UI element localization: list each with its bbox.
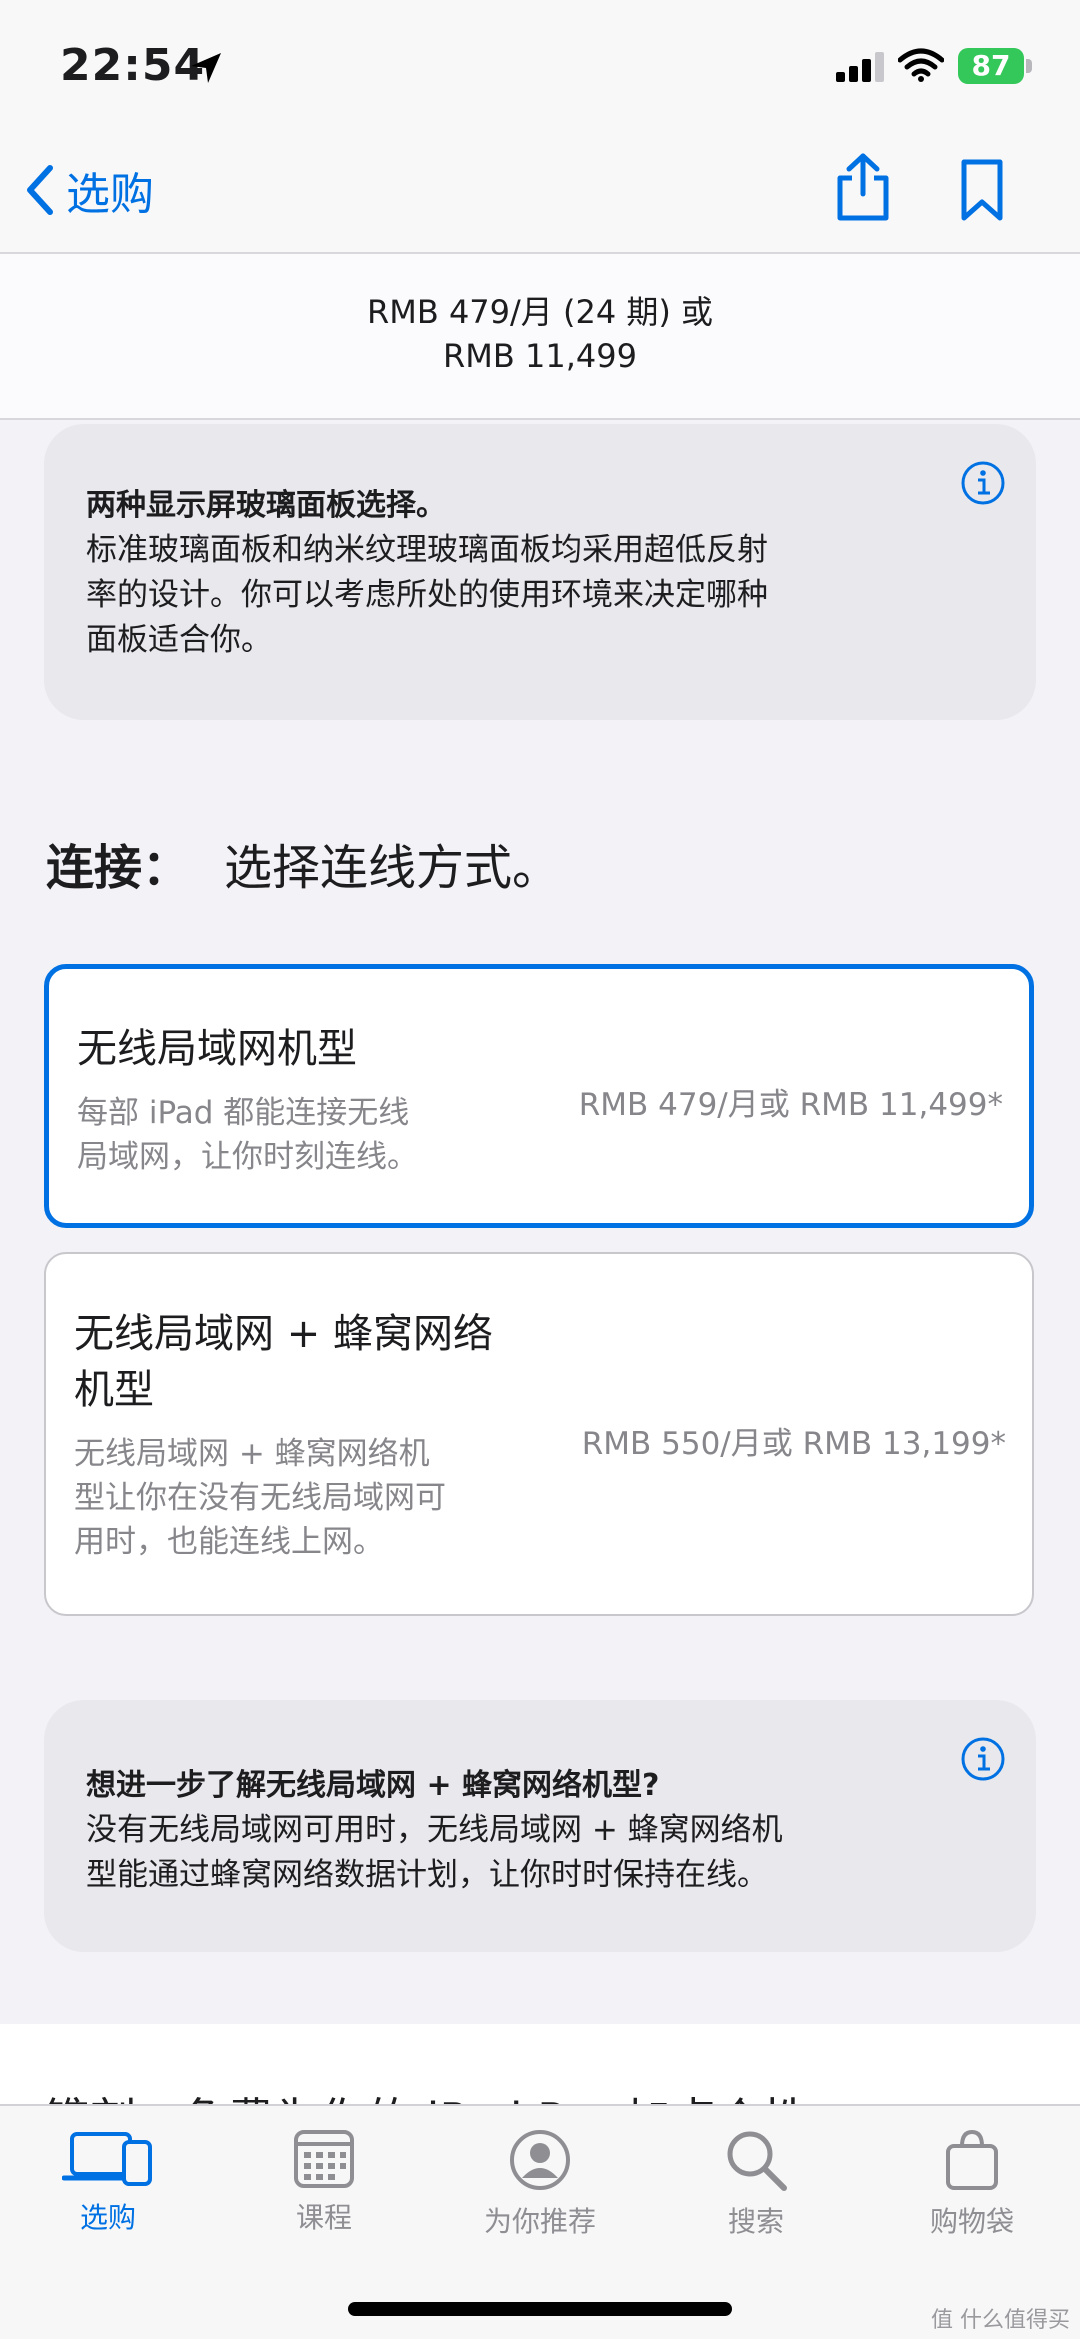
option-price: RMB 550/月或 RMB 13,199*	[581, 1426, 1006, 1462]
connectivity-heading: 连接： 选择连线方式。	[46, 828, 560, 898]
cellular-info-card: 想进一步了解无线局域网 + 蜂窝网络机型? 没有无线局域网可用时，无线局域网 +…	[44, 1700, 1036, 1952]
tab-bar: 选购 课程 为你推荐 搜索 购物袋	[0, 2104, 1080, 2339]
tab-for-you[interactable]: 为你推荐	[460, 2128, 620, 2240]
info-line: 没有无线局域网可用时，无线局域网 + 蜂窝网络机	[86, 1812, 783, 1848]
tab-label: 选购	[79, 2201, 136, 2234]
info-line: 率的设计。你可以考虑所处的使用环境来决定哪种	[86, 577, 768, 613]
option-desc-line: 局域网，让你时刻连线。	[77, 1139, 418, 1175]
option-title-line: 机型	[74, 1367, 154, 1413]
price-summary: RMB 479/月 (24 期) 或 RMB 11,499	[0, 254, 1080, 420]
display-glass-info-card: 两种显示屏玻璃面板选择。 标准玻璃面板和纳米纹理玻璃面板均采用超低反射 率的设计…	[44, 424, 1036, 720]
location-arrow-icon	[191, 53, 221, 83]
option-desc-line: 每部 iPad 都能连接无线	[77, 1095, 410, 1131]
back-button[interactable]: 选购	[24, 158, 154, 222]
info-title: 想进一步了解无线局域网 + 蜂窝网络机型?	[86, 1768, 660, 1803]
section-label: 连接：	[46, 840, 191, 896]
cellular-signal-icon	[836, 52, 884, 82]
info-line: 面板适合你。	[86, 622, 272, 658]
option-desc-line: 无线局域网 + 蜂窝网络机	[74, 1436, 430, 1472]
option-title: 无线局域网机型	[77, 1021, 557, 1077]
tab-bag[interactable]: 购物袋	[892, 2128, 1052, 2240]
info-title: 两种显示屏玻璃面板选择。	[86, 488, 446, 523]
price-total: RMB 11,499	[443, 337, 637, 375]
section-prompt: 选择连线方式。	[224, 840, 561, 896]
info-icon[interactable]	[960, 460, 1006, 506]
tab-label: 为你推荐	[483, 2205, 596, 2238]
info-body: 标准玻璃面板和纳米纹理玻璃面板均采用超低反射 率的设计。你可以考虑所处的使用环境…	[86, 528, 886, 663]
option-wifi-model[interactable]: 无线局域网机型 每部 iPad 都能连接无线 局域网，让你时刻连线。 RMB 4…	[44, 964, 1034, 1228]
back-label: 选购	[66, 169, 154, 220]
home-indicator	[348, 2302, 732, 2316]
option-wifi-cellular-model[interactable]: 无线局域网 + 蜂窝网络 机型 无线局域网 + 蜂窝网络机 型让你在没有无线局域…	[44, 1252, 1034, 1616]
tab-label: 购物袋	[929, 2205, 1014, 2238]
status-time: 22:54	[60, 40, 206, 91]
option-title: 无线局域网 + 蜂窝网络 机型	[74, 1306, 554, 1418]
calendar-icon	[294, 2130, 354, 2188]
option-title-line: 无线局域网机型	[77, 1026, 357, 1072]
price-monthly: RMB 479/月 (24 期) 或	[366, 293, 714, 331]
chevron-left-icon	[27, 165, 53, 215]
wifi-icon	[898, 48, 944, 82]
battery-tip	[1026, 59, 1032, 73]
bookmark-icon[interactable]	[960, 158, 1004, 222]
tab-search[interactable]: 搜索	[676, 2128, 836, 2240]
option-desc-line: 用时，也能连线上网。	[74, 1524, 384, 1560]
bag-icon	[946, 2129, 998, 2190]
watermark: 值 什么值得买	[931, 2308, 1070, 2333]
devices-icon	[62, 2132, 152, 2186]
search-icon	[727, 2131, 787, 2191]
option-description: 无线局域网 + 蜂窝网络机 型让你在没有无线局域网可 用时，也能连线上网。	[74, 1432, 504, 1564]
person-icon	[510, 2130, 570, 2190]
info-icon[interactable]	[960, 1736, 1006, 1782]
option-desc-line: 型让你在没有无线局域网可	[74, 1480, 446, 1516]
option-price: RMB 479/月或 RMB 11,499*	[578, 1087, 1003, 1123]
battery-level: 87	[971, 49, 1011, 82]
share-icon[interactable]	[834, 152, 892, 222]
info-line: 标准玻璃面板和纳米纹理玻璃面板均采用超低反射	[86, 532, 768, 568]
tab-sessions[interactable]: 课程	[244, 2128, 404, 2236]
info-body: 没有无线局域网可用时，无线局域网 + 蜂窝网络机 型能通过蜂窝网络数据计划，让你…	[86, 1808, 886, 1898]
tab-shop[interactable]: 选购	[28, 2128, 188, 2236]
info-line: 型能通过蜂窝网络数据计划，让你时时保持在线。	[86, 1857, 768, 1893]
option-title-line: 无线局域网 + 蜂窝网络	[74, 1311, 493, 1357]
status-bar: 22:54 87	[0, 0, 1080, 130]
battery-indicator: 87	[958, 48, 1024, 84]
navigation-bar: 选购	[0, 130, 1080, 254]
option-description: 每部 iPad 都能连接无线 局域网，让你时刻连线。	[77, 1091, 507, 1179]
tab-label: 搜索	[727, 2205, 784, 2238]
tab-label: 课程	[295, 2201, 352, 2234]
